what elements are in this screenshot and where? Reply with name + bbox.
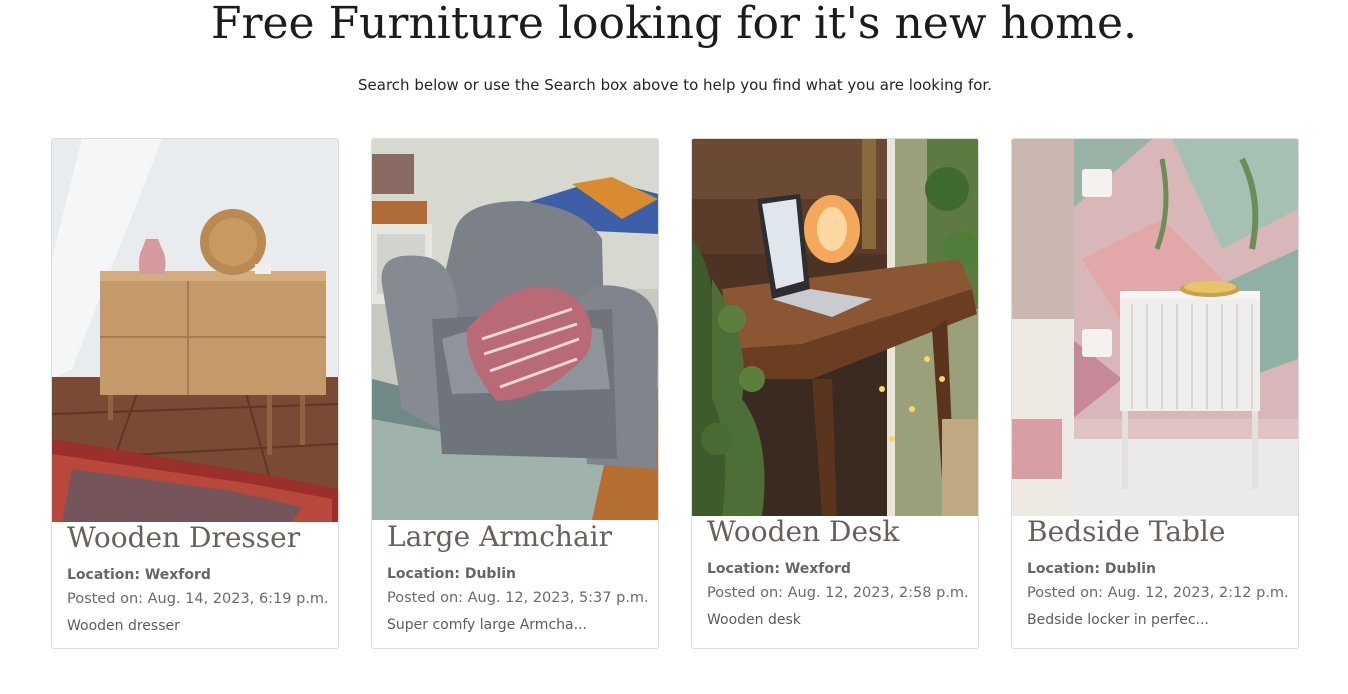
listing-posted-date: Posted on: Aug. 12, 2023, 5:37 p.m. [387,590,649,606]
listing-card-wooden-dresser[interactable]: Wooden Dresser Location: Wexford Posted … [51,138,339,649]
listing-card-large-armchair[interactable]: Large Armchair Location: Dublin Posted o… [371,138,659,649]
listing-image[interactable] [1012,139,1298,516]
listing-image[interactable] [52,139,338,522]
listing-posted-date: Posted on: Aug. 14, 2023, 6:19 p.m. [67,591,329,607]
listing-title[interactable]: Large Armchair [387,519,612,555]
listing-title[interactable]: Bedside Table [1027,514,1225,550]
listing-image[interactable] [372,139,658,520]
listing-location: Location: Wexford [67,567,211,583]
listing-description: Super comfy large Armcha... [387,617,587,633]
page-title: Free Furniture looking for it's new home… [210,0,1138,49]
listing-description: Wooden dresser [67,618,180,634]
listing-location: Location: Dublin [387,566,517,582]
listing-description: Wooden desk [707,612,801,628]
listing-location: Location: Dublin [1027,561,1157,577]
listing-title[interactable]: Wooden Desk [707,514,899,550]
listing-posted-date: Posted on: Aug. 12, 2023, 2:58 p.m. [707,585,969,601]
listing-card-bedside-table[interactable]: Bedside Table Location: Dublin Posted on… [1011,138,1299,649]
listing-title[interactable]: Wooden Dresser [67,520,300,556]
listing-image[interactable] [692,139,978,516]
page-subtitle: Search below or use the Search box above… [358,76,992,94]
listing-description: Bedside locker in perfec... [1027,612,1209,628]
listing-posted-date: Posted on: Aug. 12, 2023, 2:12 p.m. [1027,585,1289,601]
listing-card-wooden-desk[interactable]: Wooden Desk Location: Wexford Posted on:… [691,138,979,649]
listing-location: Location: Wexford [707,561,851,577]
